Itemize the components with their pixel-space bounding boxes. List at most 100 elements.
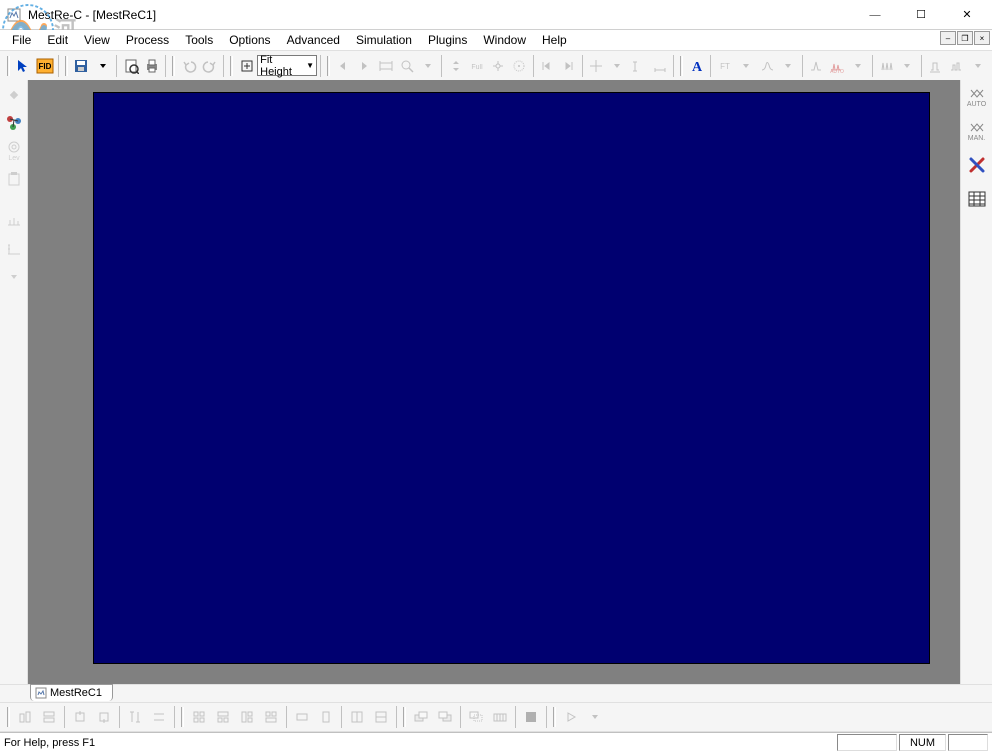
rail-auto-button[interactable]: AUTO: [964, 84, 990, 110]
btool-grid8[interactable]: [369, 705, 393, 729]
btool-grid5[interactable]: [290, 705, 314, 729]
rail-man-button[interactable]: MAN.: [964, 118, 990, 144]
btool-grid1[interactable]: [187, 705, 211, 729]
btool-1[interactable]: [13, 705, 37, 729]
rail-clipboard-icon[interactable]: [3, 168, 25, 190]
tool-crosshair-dropdown[interactable]: [607, 54, 628, 78]
tool-center2-button[interactable]: [509, 54, 530, 78]
btool-2[interactable]: [37, 705, 61, 729]
tool-measure-h-button[interactable]: [649, 54, 670, 78]
tool-measure-button[interactable]: [628, 54, 649, 78]
tool-zoom-button[interactable]: [396, 54, 417, 78]
tool-full-button[interactable]: Full: [466, 54, 487, 78]
rail-tools-button[interactable]: [964, 152, 990, 178]
tool-integral-button[interactable]: [925, 54, 946, 78]
btool-layer4[interactable]: [488, 705, 512, 729]
rail-table-button[interactable]: [964, 186, 990, 212]
tool-ft-button[interactable]: FT: [714, 54, 735, 78]
menu-simulation[interactable]: Simulation: [348, 31, 420, 49]
window-minimize-button[interactable]: —: [852, 0, 898, 30]
btool-play-button[interactable]: [559, 705, 583, 729]
mdi-minimize-button[interactable]: –: [940, 31, 956, 45]
rail-scale-dropdown[interactable]: [3, 266, 25, 288]
menu-help[interactable]: Help: [534, 31, 575, 49]
tool-zoom-dropdown[interactable]: [417, 54, 438, 78]
tool-expand-v-button[interactable]: [445, 54, 466, 78]
tool-text-button[interactable]: A: [686, 54, 707, 78]
rail-scale-icon[interactable]: [3, 238, 25, 260]
menu-options[interactable]: Options: [221, 31, 278, 49]
tool-shift-left-button[interactable]: [537, 54, 558, 78]
tool-multiplet-dropdown[interactable]: [897, 54, 918, 78]
tool-phase-dropdown[interactable]: [777, 54, 798, 78]
tool-print-button[interactable]: [141, 54, 162, 78]
tool-cursor-button[interactable]: [13, 54, 34, 78]
menu-plugins[interactable]: Plugins: [420, 31, 475, 49]
tool-phase-button[interactable]: [756, 54, 777, 78]
document-tab-active[interactable]: MestReC1: [30, 684, 113, 701]
rail-diamond-icon[interactable]: [3, 84, 25, 106]
btool-layer3[interactable]: [464, 705, 488, 729]
tool-ft-dropdown[interactable]: [735, 54, 756, 78]
tool-save-button[interactable]: [71, 54, 92, 78]
tool-auto-dropdown[interactable]: [848, 54, 869, 78]
toolbar-grip[interactable]: [403, 707, 406, 727]
tool-crosshair-button[interactable]: [586, 54, 607, 78]
toolbar-grip[interactable]: [172, 56, 175, 76]
menu-file[interactable]: File: [4, 31, 39, 49]
tool-save-dropdown[interactable]: [92, 54, 113, 78]
btool-grid7[interactable]: [345, 705, 369, 729]
tool-center-button[interactable]: [488, 54, 509, 78]
menu-tools[interactable]: Tools: [177, 31, 221, 49]
btool-play-dropdown[interactable]: [583, 705, 607, 729]
rail-baseline-icon[interactable]: [3, 210, 25, 232]
btool-grid2[interactable]: [211, 705, 235, 729]
btool-layer1[interactable]: [409, 705, 433, 729]
menu-window[interactable]: Window: [475, 31, 534, 49]
btool-6[interactable]: [147, 705, 171, 729]
btool-3[interactable]: [68, 705, 92, 729]
tool-left-button[interactable]: [333, 54, 354, 78]
toolbar-grip[interactable]: [7, 707, 10, 727]
tool-peak-button[interactable]: [805, 54, 826, 78]
tool-redo-button[interactable]: [199, 54, 220, 78]
btool-layer5[interactable]: [519, 705, 543, 729]
toolbar-grip[interactable]: [181, 707, 184, 727]
btool-5[interactable]: [123, 705, 147, 729]
tool-print-preview-button[interactable]: [120, 54, 141, 78]
toolbar-grip[interactable]: [680, 56, 683, 76]
toolbar-grip[interactable]: [327, 56, 330, 76]
btool-grid4[interactable]: [259, 705, 283, 729]
tool-integral2-button[interactable]: [946, 54, 967, 78]
menu-advanced[interactable]: Advanced: [279, 31, 348, 49]
btool-grid6[interactable]: [314, 705, 338, 729]
tool-right-button[interactable]: [354, 54, 375, 78]
tool-multiplet-button[interactable]: [876, 54, 897, 78]
toolbar-grip[interactable]: [230, 56, 233, 76]
rail-lev-icon[interactable]: Lev: [3, 140, 25, 162]
tool-undo-button[interactable]: [178, 54, 199, 78]
tool-integral-dropdown[interactable]: [967, 54, 988, 78]
svg-text:A: A: [692, 60, 703, 74]
tool-fid-button[interactable]: FID: [34, 54, 55, 78]
tool-fit-icon[interactable]: [236, 54, 257, 78]
mdi-close-button[interactable]: ×: [974, 31, 990, 45]
btool-grid3[interactable]: [235, 705, 259, 729]
menu-view[interactable]: View: [76, 31, 118, 49]
rail-molecule-icon[interactable]: [3, 112, 25, 134]
spectrum-canvas[interactable]: [93, 92, 930, 664]
toolbar-grip[interactable]: [7, 56, 10, 76]
menu-edit[interactable]: Edit: [39, 31, 76, 49]
toolbar-grip[interactable]: [553, 707, 556, 727]
menu-process[interactable]: Process: [118, 31, 177, 49]
tool-shift-right-button[interactable]: [558, 54, 579, 78]
btool-layer2[interactable]: [433, 705, 457, 729]
window-close-button[interactable]: ✕: [944, 0, 990, 30]
toolbar-grip[interactable]: [65, 56, 68, 76]
window-maximize-button[interactable]: ☐: [898, 0, 944, 30]
tool-fit-select[interactable]: Fit Height ▼: [257, 55, 317, 76]
btool-4[interactable]: [92, 705, 116, 729]
mdi-restore-button[interactable]: ❐: [957, 31, 973, 45]
tool-range-button[interactable]: [375, 54, 396, 78]
tool-auto-button[interactable]: AUTO: [827, 54, 848, 78]
